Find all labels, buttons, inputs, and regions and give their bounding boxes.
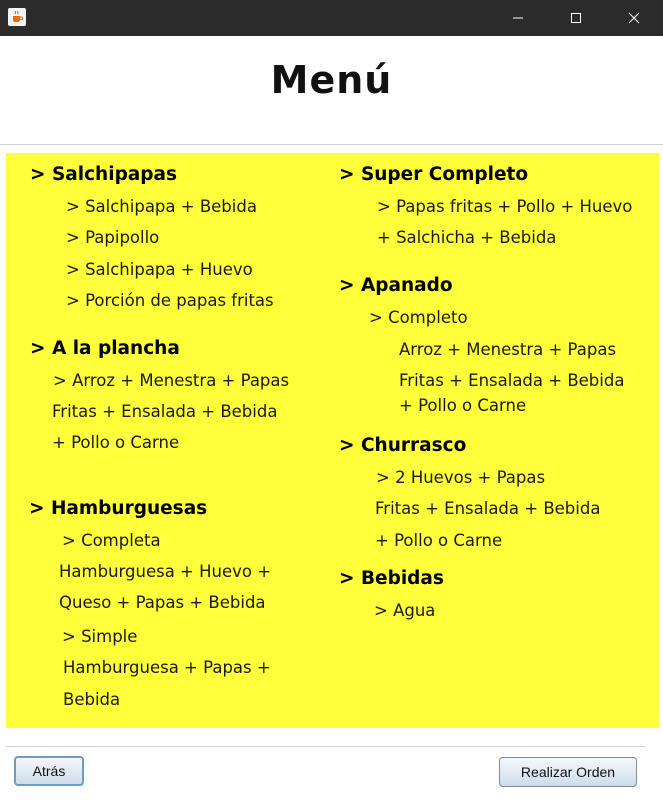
menu-line: Arroz + Menestra + Papas: [399, 340, 617, 359]
menu-line: Bebida: [63, 690, 121, 709]
menu-line: Hamburguesa + Papas +: [63, 658, 271, 677]
java-cup-icon: [8, 8, 26, 26]
menu-item: > Salchipapa + Bebida: [66, 197, 257, 216]
menu-line: > Papas fritas + Pollo + Huevo: [377, 197, 633, 216]
menu-line: + Salchicha + Bebida: [377, 228, 557, 247]
menu-line: Fritas + Ensalada + Bebida: [375, 499, 601, 518]
menu-line: Queso + Papas + Bebida: [59, 593, 266, 612]
close-button[interactable]: [605, 0, 663, 36]
menu-sub-label: > Completo: [369, 308, 468, 327]
section-apanado-title: > Apanado: [339, 275, 453, 296]
section-bebidas-title: > Bebidas: [339, 568, 444, 589]
page-title: Menú: [270, 58, 393, 102]
minimize-icon: [513, 17, 523, 19]
place-order-button[interactable]: Realizar Orden: [499, 757, 637, 787]
back-button[interactable]: Atrás: [14, 756, 84, 786]
section-churrasco-title: > Churrasco: [339, 435, 467, 456]
minimize-button[interactable]: [489, 0, 547, 36]
maximize-icon: [571, 13, 581, 23]
menu-line: > 2 Huevos + Papas: [376, 468, 546, 487]
menu-line: + Pollo o Carne: [399, 396, 527, 415]
window-titlebar: [0, 0, 663, 36]
menu-sub-label: > Simple: [62, 627, 138, 646]
menu-item: > Papipollo: [66, 228, 160, 247]
menu-line: Fritas + Ensalada + Bebida: [399, 371, 625, 390]
menu-line: Fritas + Ensalada + Bebida: [52, 402, 278, 421]
section-super-completo-title: > Super Completo: [339, 164, 529, 185]
close-icon: [628, 12, 640, 24]
menu-line: + Pollo o Carne: [375, 531, 503, 550]
header-divider: [0, 144, 663, 145]
section-plancha-title: > A la plancha: [30, 338, 180, 359]
menu-line: Hamburguesa + Huevo +: [59, 562, 272, 581]
menu-item: > Agua: [374, 601, 436, 620]
maximize-button[interactable]: [547, 0, 605, 36]
menu-item: > Porción de papas fritas: [66, 291, 274, 310]
section-salchipapas-title: > Salchipapas: [30, 164, 178, 185]
menu-sub-label: > Completa: [62, 531, 161, 550]
section-hamburguesas-title: > Hamburguesas: [29, 498, 208, 519]
menu-line: + Pollo o Carne: [52, 433, 180, 452]
footer-divider: [6, 746, 646, 747]
menu-line: > Arroz + Menestra + Papas: [53, 371, 290, 390]
menu-item: > Salchipapa + Huevo: [66, 260, 253, 279]
